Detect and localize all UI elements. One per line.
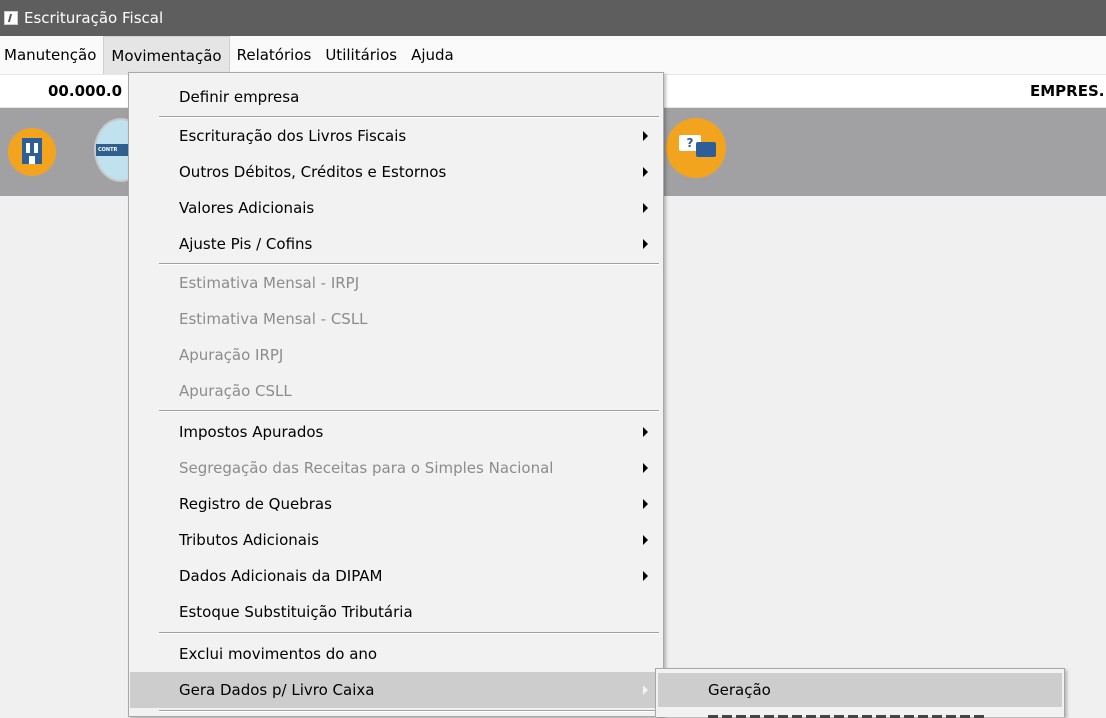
menu-item-label: Impostos Apurados (179, 423, 324, 441)
menu-item-label: Ajuste Pis / Cofins (179, 235, 313, 253)
menu-item-label: Definir empresa (179, 88, 300, 106)
app-icon[interactable] (4, 11, 18, 25)
menu-item-escrituracao-livros[interactable]: Escrituração dos Livros Fiscais (130, 118, 662, 154)
menu-item-estimativa-csll: Estimativa Mensal - CSLL (130, 301, 662, 337)
building-shape (22, 138, 42, 164)
menu-item-label: Estimativa Mensal - CSLL (179, 310, 368, 328)
chat-bubble (696, 142, 716, 157)
menu-item-label: Dados Adicionais da DIPAM (179, 567, 383, 585)
menu-item-label: Outros Débitos, Créditos e Estornos (179, 163, 447, 181)
menu-item-tributos-adicionais[interactable]: Tributos Adicionais (130, 522, 662, 558)
title-bar: Escrituração Fiscal (0, 0, 1106, 36)
menu-item-label: Gera Dados p/ Livro Caixa (179, 681, 375, 699)
menu-item-estoque-st[interactable]: Estoque Substituição Tributária (130, 594, 662, 630)
menu-bar: Manutenção Movimentação Relatórios Utili… (0, 36, 1106, 74)
submenu-arrow-icon (643, 427, 648, 437)
company-name: EMPRES. (1030, 82, 1105, 100)
menu-item-gera-livro-caixa[interactable]: Gera Dados p/ Livro Caixa (130, 672, 662, 708)
building-icon[interactable] (8, 128, 56, 176)
menu-relatorios[interactable]: Relatórios (230, 36, 319, 74)
menu-item-definir-empresa[interactable]: Definir empresa (130, 79, 662, 115)
menu-item-label: Estimativa Mensal - IRPJ (179, 274, 360, 292)
livro-caixa-submenu: Geração (655, 668, 1065, 718)
menu-item-registro-quebras[interactable]: Registro de Quebras (130, 486, 662, 522)
menu-manutencao[interactable]: Manutenção (0, 36, 103, 74)
menu-item-label: Valores Adicionais (179, 199, 315, 217)
submenu-item-geracao[interactable]: Geração (658, 673, 1062, 707)
menu-item-label: Estoque Substituição Tributária (179, 603, 413, 621)
menu-item-impostos-apurados[interactable]: Impostos Apurados (130, 414, 662, 450)
menu-item-outros-debitos[interactable]: Outros Débitos, Créditos e Estornos (130, 154, 662, 190)
menu-item-label: Apuração CSLL (179, 382, 292, 400)
company-cnpj: 00.000.0 (48, 82, 123, 100)
menu-item-apuracao-csll: Apuração CSLL (130, 373, 662, 409)
menu-item-label: Segregação das Receitas para o Simples N… (179, 459, 554, 477)
submenu-arrow-icon (643, 239, 648, 249)
menu-item-exclui-movimentos[interactable]: Exclui movimentos do ano (130, 636, 662, 672)
control-label: CONTR (96, 144, 128, 156)
menu-item-ajuste-pis-cofins[interactable]: Ajuste Pis / Cofins (130, 226, 662, 262)
menu-item-label: Escrituração dos Livros Fiscais (179, 127, 407, 145)
window-title: Escrituração Fiscal (24, 9, 164, 27)
submenu-arrow-icon (643, 499, 648, 509)
menu-movimentacao[interactable]: Movimentação (103, 36, 230, 74)
submenu-arrow-icon (643, 571, 648, 581)
submenu-arrow-icon (643, 463, 648, 473)
menu-item-label: Tributos Adicionais (179, 531, 319, 549)
submenu-arrow-icon (643, 535, 648, 545)
movimentacao-dropdown: Definir empresa Escrituração dos Livros … (128, 72, 664, 717)
menu-item-apuracao-irpj: Apuração IRPJ (130, 337, 662, 373)
menu-utilitarios[interactable]: Utilitários (318, 36, 404, 74)
menu-ajuda[interactable]: Ajuda (404, 36, 461, 74)
menu-item-valores-adicionais[interactable]: Valores Adicionais (130, 190, 662, 226)
menu-item-label: Apuração IRPJ (179, 346, 284, 364)
submenu-item-label: Geração (708, 681, 771, 699)
submenu-arrow-icon (643, 203, 648, 213)
help-chat-icon[interactable]: ? (666, 118, 726, 178)
submenu-arrow-icon (643, 131, 648, 141)
submenu-arrow-icon (643, 685, 648, 695)
menu-item-label: Exclui movimentos do ano (179, 645, 378, 663)
menu-item-dados-dipam[interactable]: Dados Adicionais da DIPAM (130, 558, 662, 594)
menu-separator (159, 410, 659, 412)
menu-separator (159, 632, 659, 634)
menu-item-estimativa-irpj: Estimativa Mensal - IRPJ (130, 265, 662, 301)
menu-item-label: Registro de Quebras (179, 495, 332, 513)
menu-separator (159, 710, 659, 712)
menu-item-segregacao-receitas: Segregação das Receitas para o Simples N… (130, 450, 662, 486)
submenu-arrow-icon (643, 167, 648, 177)
